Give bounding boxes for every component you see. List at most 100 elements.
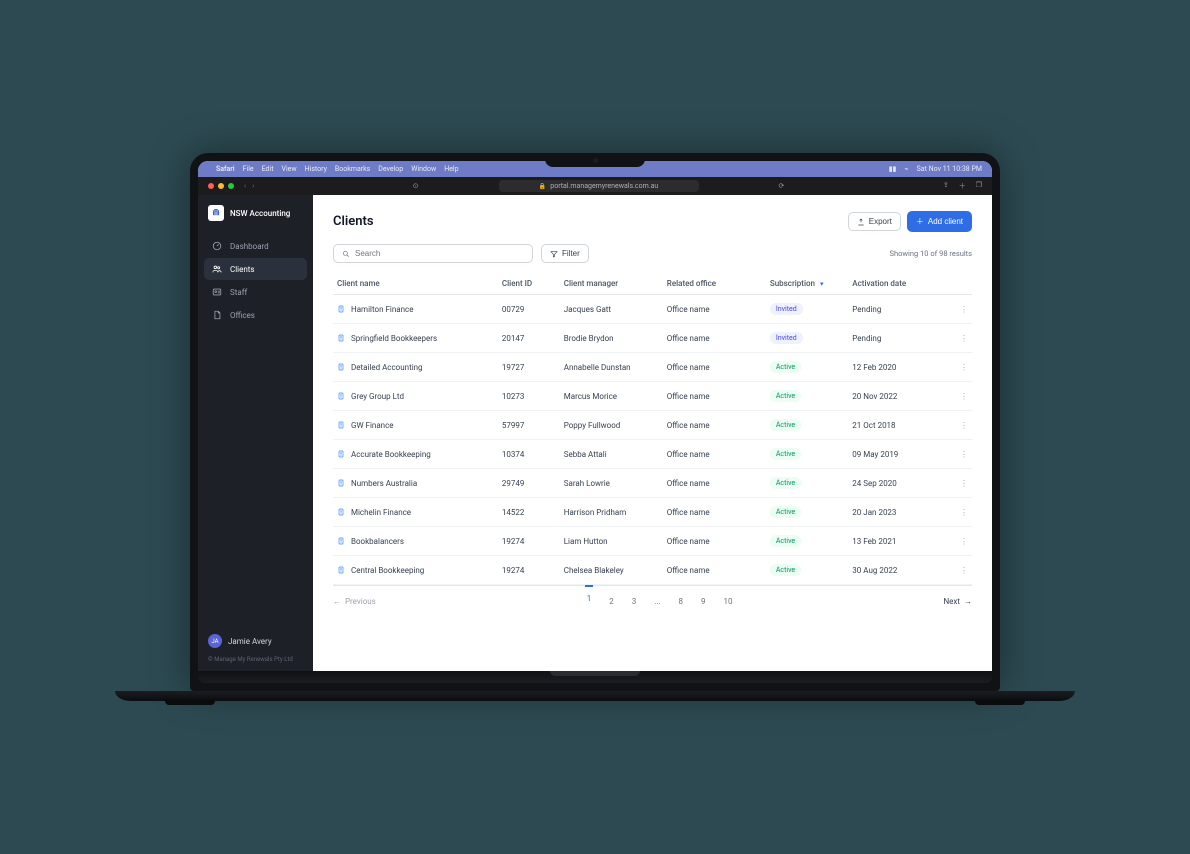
row-actions-button[interactable]: ⋮ <box>951 324 972 353</box>
table-row[interactable]: Accurate Bookkeeping 10374 Sebba Attali … <box>333 440 972 469</box>
pagination-page[interactable]: 3 <box>630 594 639 609</box>
building-icon <box>337 537 345 545</box>
menubar-item[interactable]: Window <box>411 165 436 173</box>
client-name: Michelin Finance <box>351 508 411 517</box>
subscription-badge: Active <box>770 390 801 402</box>
reload-icon[interactable]: ⟳ <box>779 182 785 190</box>
user-name: Jamie Avery <box>228 637 272 646</box>
row-actions-button[interactable]: ⋮ <box>951 382 972 411</box>
export-button[interactable]: Export <box>848 212 901 231</box>
table-row[interactable]: Grey Group Ltd 10273 Marcus Morice Offic… <box>333 382 972 411</box>
table-row[interactable]: Michelin Finance 14522 Harrison Pridham … <box>333 498 972 527</box>
row-actions-button[interactable]: ⋮ <box>951 498 972 527</box>
activation-date: 20 Jan 2023 <box>848 498 951 527</box>
col-related-office[interactable]: Related office <box>663 273 766 295</box>
search-input[interactable] <box>333 244 533 263</box>
menubar-item[interactable]: Help <box>444 165 458 173</box>
table-row[interactable]: Central Bookkeeping 19274 Chelsea Blakel… <box>333 556 972 585</box>
row-actions-button[interactable]: ⋮ <box>951 527 972 556</box>
menubar-control-center-icon[interactable]: ⌁ <box>904 165 908 173</box>
client-name: Hamilton Finance <box>351 305 413 314</box>
minimize-window-icon[interactable] <box>218 183 224 189</box>
table-row[interactable]: Bookbalancers 19274 Liam Hutton Office n… <box>333 527 972 556</box>
menubar-battery-icon[interactable]: ▮▮ <box>889 165 897 173</box>
org-switcher[interactable]: ⋒ NSW Accounting <box>198 195 313 235</box>
avatar: JA <box>208 634 222 648</box>
browser-toolbar: ‹ › ⊙ 🔒 portal.managemyrenewals.com.au ⟳… <box>198 177 992 195</box>
pagination-page[interactable]: 8 <box>677 594 686 609</box>
menubar-item[interactable]: View <box>281 165 296 173</box>
menubar-app[interactable]: Safari <box>216 165 235 173</box>
add-client-button[interactable]: ＋ Add client <box>907 211 972 232</box>
client-id: 29749 <box>498 469 560 498</box>
activation-date: 24 Sep 2020 <box>848 469 951 498</box>
address-bar[interactable]: 🔒 portal.managemyrenewals.com.au <box>499 180 699 192</box>
new-tab-icon[interactable]: ＋ <box>959 181 966 191</box>
current-user[interactable]: JA Jamie Avery <box>198 626 313 656</box>
pagination-next[interactable]: Next → <box>943 597 972 606</box>
sidebar-item-label: Clients <box>230 265 255 274</box>
menubar-item[interactable]: Edit <box>262 165 274 173</box>
sidebar-item-offices[interactable]: Offices <box>204 304 307 326</box>
gauge-icon <box>212 241 222 251</box>
table-row[interactable]: Detailed Accounting 19727 Annabelle Duns… <box>333 353 972 382</box>
export-icon <box>857 218 865 226</box>
menubar-item[interactable]: History <box>305 165 327 173</box>
maximize-window-icon[interactable] <box>228 183 234 189</box>
activation-date: Pending <box>848 295 951 324</box>
pagination-page[interactable]: 2 <box>607 594 616 609</box>
share-icon[interactable]: ⇪ <box>943 181 949 191</box>
tabs-icon[interactable]: ❐ <box>976 181 982 191</box>
users-icon <box>212 264 222 274</box>
menubar-item[interactable]: Develop <box>378 165 403 173</box>
col-client-name[interactable]: Client name <box>333 273 498 295</box>
shield-icon[interactable]: ⊙ <box>413 182 419 190</box>
client-id: 00729 <box>498 295 560 324</box>
client-id: 19274 <box>498 527 560 556</box>
table-row[interactable]: Hamilton Finance 00729 Jacques Gatt Offi… <box>333 295 972 324</box>
col-client-id[interactable]: Client ID <box>498 273 560 295</box>
table-row[interactable]: Springfield Bookkeepers 20147 Brodie Bry… <box>333 324 972 353</box>
sidebar-item-staff[interactable]: Staff <box>204 281 307 303</box>
activation-date: 12 Feb 2020 <box>848 353 951 382</box>
client-manager: Marcus Morice <box>560 382 663 411</box>
related-office: Office name <box>663 353 766 382</box>
close-window-icon[interactable] <box>208 183 214 189</box>
subscription-badge: Active <box>770 477 801 489</box>
browser-back-icon[interactable]: ‹ <box>244 182 246 190</box>
pagination-prev[interactable]: ← Previous <box>333 597 376 606</box>
plus-icon: ＋ <box>916 216 924 227</box>
browser-forward-icon[interactable]: › <box>252 182 254 190</box>
row-actions-button[interactable]: ⋮ <box>951 469 972 498</box>
sidebar-item-dashboard[interactable]: Dashboard <box>204 235 307 257</box>
pagination-page[interactable]: 10 <box>722 594 735 609</box>
related-office: Office name <box>663 440 766 469</box>
related-office: Office name <box>663 498 766 527</box>
row-actions-button[interactable]: ⋮ <box>951 295 972 324</box>
sidebar-item-clients[interactable]: Clients <box>204 258 307 280</box>
related-office: Office name <box>663 411 766 440</box>
menubar-item[interactable]: File <box>243 165 254 173</box>
row-actions-button[interactable]: ⋮ <box>951 411 972 440</box>
client-name: Grey Group Ltd <box>351 392 404 401</box>
menubar-item[interactable]: Bookmarks <box>335 165 370 173</box>
org-logo-icon: ⋒ <box>208 205 224 221</box>
col-subscription[interactable]: Subscription ▾ <box>766 273 848 295</box>
client-name: GW Finance <box>351 421 394 430</box>
row-actions-button[interactable]: ⋮ <box>951 353 972 382</box>
pagination-page[interactable]: 9 <box>699 594 708 609</box>
row-actions-button[interactable]: ⋮ <box>951 440 972 469</box>
window-controls[interactable] <box>208 183 234 189</box>
url-text: portal.managemyrenewals.com.au <box>550 182 658 190</box>
col-client-manager[interactable]: Client manager <box>560 273 663 295</box>
menubar-datetime[interactable]: Sat Nov 11 10:38 PM <box>917 165 982 173</box>
table-row[interactable]: GW Finance 57997 Poppy Fullwood Office n… <box>333 411 972 440</box>
search-field[interactable] <box>355 249 524 258</box>
building-icon <box>337 334 345 342</box>
filter-button[interactable]: Filter <box>541 244 589 263</box>
col-activation-date[interactable]: Activation date <box>848 273 951 295</box>
related-office: Office name <box>663 295 766 324</box>
row-actions-button[interactable]: ⋮ <box>951 556 972 585</box>
pagination-page[interactable]: 1 <box>585 585 594 609</box>
table-row[interactable]: Numbers Australia 29749 Sarah Lowrie Off… <box>333 469 972 498</box>
